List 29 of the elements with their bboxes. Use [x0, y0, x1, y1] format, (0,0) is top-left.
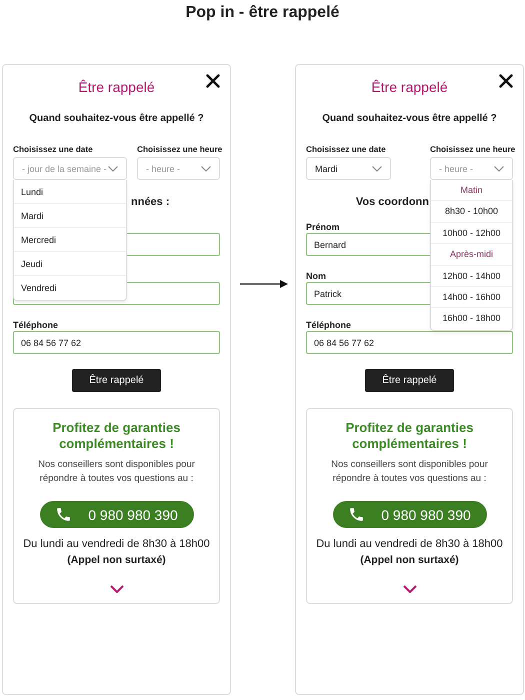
select-value: Mardi [315, 164, 338, 174]
select-placeholder: - heure - [439, 164, 474, 174]
field-label: Choisissez une date [306, 143, 386, 155]
popup-title: Être rappelé [77, 78, 156, 96]
field-label: Choisissez une heure [137, 143, 222, 155]
question-text: Quand souhaitez-vous être appellé ? [321, 112, 498, 126]
field-label: Téléphone [306, 320, 352, 330]
field-label: Nom [306, 271, 326, 281]
hours-text: Du lundi au vendredi de 8h30 à 18h00 [23, 537, 210, 552]
promo-title: Profitez de garanties complémentaires ! [344, 420, 474, 452]
question-text: Quand souhaitez-vous être appellé ? [28, 112, 205, 126]
section-heading: nnées : [131, 196, 170, 208]
popup-title: Être rappelé [370, 78, 449, 96]
field-label: Prénom [306, 222, 340, 232]
option-group-heading: Matin [431, 180, 512, 202]
note-text: (Appel non surtaxé) [67, 553, 166, 568]
hours-text: Du lundi au vendredi de 8h30 à 18h00 [316, 537, 503, 552]
promo-text: Nos conseillers sont disponibles pour répondre à toutes vos questions au : [37, 458, 196, 486]
field-label: Choisissez une date [13, 143, 93, 155]
page-title: Pop in - être rappelé [184, 3, 340, 23]
section-heading: Vos coordonn [356, 196, 429, 208]
note-text: (Appel non surtaxé) [360, 553, 459, 568]
option-group-heading: Après-midi [431, 244, 512, 266]
select-placeholder: - jour de la semaine - [22, 164, 107, 174]
promo-text: Nos conseillers sont disponibles pour répondre à toutes vos questions au : [330, 458, 489, 486]
promo-title: Profitez de garanties complémentaires ! [52, 420, 182, 452]
field-label: Choisissez une heure [430, 143, 516, 155]
field-label: Téléphone [13, 320, 58, 330]
select-placeholder: - heure - [146, 164, 180, 174]
